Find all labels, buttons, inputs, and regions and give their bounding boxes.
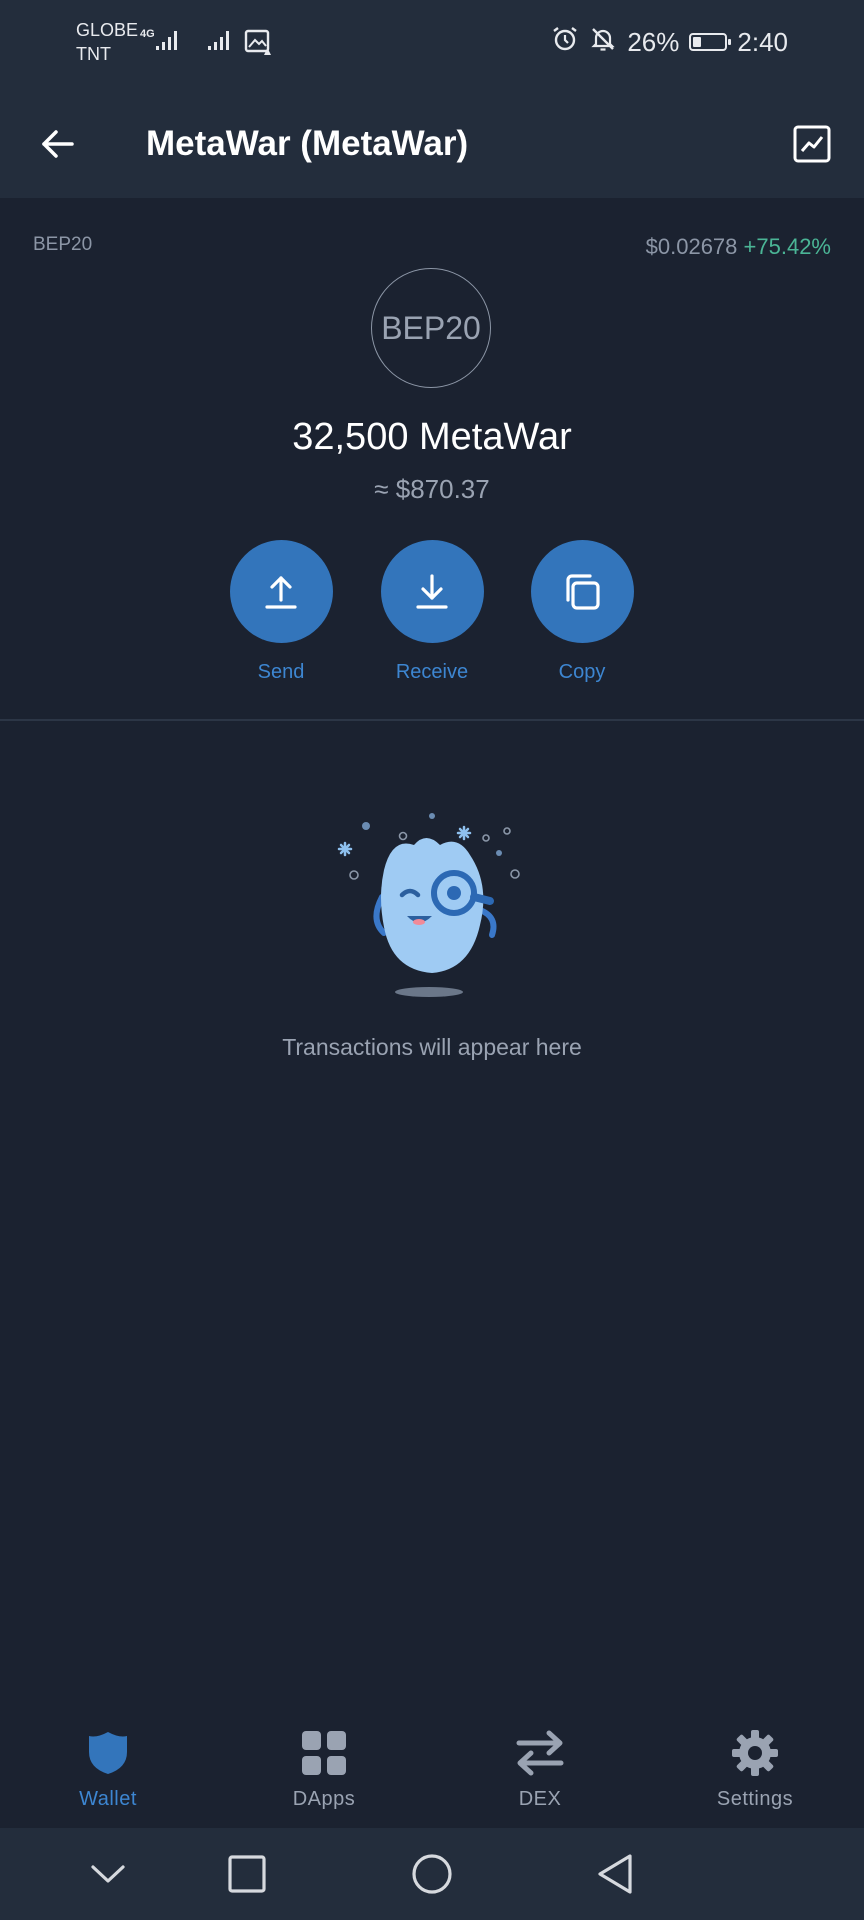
status-indicators: 26% 2:40 <box>551 24 788 60</box>
divider <box>0 719 864 721</box>
carrier-names: GLOBE TNT <box>76 18 138 66</box>
nav-settings-label: Settings <box>716 1788 794 1810</box>
nav-dex-label: DEX <box>518 1788 562 1810</box>
send-label: Send <box>257 661 305 683</box>
receive-label: Receive <box>395 661 469 683</box>
grid-icon <box>302 1731 346 1775</box>
arrow-left-icon <box>42 130 74 158</box>
battery-percent: 26% <box>627 26 680 57</box>
signal-icon: 4G <box>140 26 186 61</box>
nav-dapps-label: DApps <box>292 1788 356 1810</box>
battery-icon <box>689 33 732 51</box>
send-circle[interactable] <box>229 540 333 643</box>
nav-wallet-label: Wallet <box>79 1788 137 1810</box>
fiat-balance: ≈ $870.37 <box>374 474 490 504</box>
price-chart-button[interactable] <box>788 120 836 168</box>
receive-button[interactable]: Receive <box>357 540 507 684</box>
back-button[interactable] <box>34 120 82 168</box>
status-bar: GLOBE TNT 4G 26% 2:40 <box>0 0 864 92</box>
token-price: $0.02678 <box>645 234 738 259</box>
chart-line-icon <box>793 125 831 163</box>
carrier-tnt: TNT <box>76 44 111 64</box>
nav-settings[interactable]: Settings <box>675 1728 835 1811</box>
token-price-line: $0.02678 +75.42% <box>646 234 831 260</box>
nav-dapps[interactable]: DApps <box>244 1728 404 1811</box>
price-change: +75.42% <box>743 234 831 259</box>
copy-circle[interactable] <box>530 540 634 643</box>
carrier-globe: GLOBE <box>76 20 139 40</box>
battery-level <box>693 37 702 47</box>
send-button[interactable]: Send <box>206 540 356 684</box>
gear-icon <box>732 1730 778 1776</box>
back-triangle-icon[interactable] <box>589 1848 641 1900</box>
empty-state-message: Transactions will appear here <box>282 1034 582 1060</box>
photo-alert-icon <box>244 28 272 61</box>
clock: 2:40 <box>737 26 788 57</box>
network-label: BEP20 <box>33 234 93 255</box>
page-title: MetaWar (MetaWar) <box>146 124 469 163</box>
nav-dex[interactable]: DEX <box>460 1728 620 1811</box>
nav-wallet[interactable]: Wallet <box>28 1728 188 1811</box>
bell-off-icon <box>589 25 617 60</box>
token-logo: BEP20 <box>371 268 491 388</box>
home-icon[interactable] <box>406 1848 458 1900</box>
bottom-nav: Wallet DApps DEX Settings <box>0 1700 864 1828</box>
shield-icon <box>89 1732 127 1774</box>
token-balance: 32,500 MetaWar <box>292 416 572 458</box>
token-header: BEP20 $0.02678 +75.42% BEP20 32,500 Meta… <box>0 198 864 721</box>
copy-icon <box>566 573 600 610</box>
system-nav <box>0 1828 864 1920</box>
chevron-down-icon[interactable] <box>82 1848 134 1900</box>
arrow-up-icon <box>265 575 297 609</box>
signal-icon-2 <box>206 26 236 61</box>
copy-label: Copy <box>558 661 606 683</box>
swap-icon <box>516 1730 564 1776</box>
receive-circle[interactable] <box>380 540 484 643</box>
copy-button[interactable]: Copy <box>507 540 657 684</box>
app-bar: MetaWar (MetaWar) <box>0 92 864 198</box>
network-type-label: 4G <box>140 28 155 40</box>
alarm-icon <box>551 25 579 60</box>
empty-state-illustration <box>322 805 542 1010</box>
arrow-down-icon <box>416 573 448 609</box>
recents-icon[interactable] <box>221 1848 273 1900</box>
